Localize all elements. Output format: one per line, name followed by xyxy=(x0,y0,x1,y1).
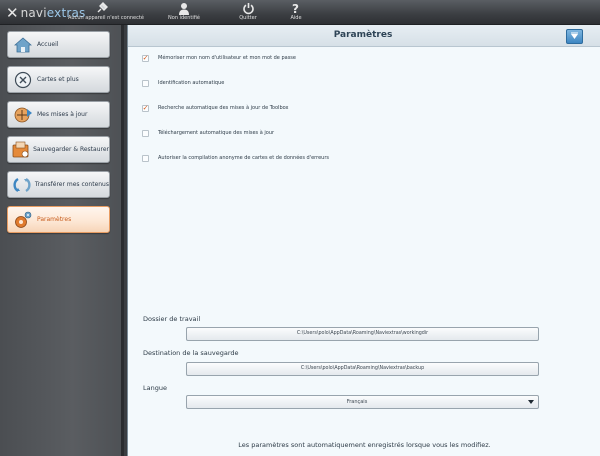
sidebar-item-label: Accueil xyxy=(37,41,59,48)
sidebar-item-label: Paramètres xyxy=(37,216,72,223)
chevron-down-icon xyxy=(528,400,534,404)
language-select[interactable]: Français xyxy=(186,395,539,409)
panel-help-button[interactable] xyxy=(566,29,583,44)
option-label: Téléchargement automatique des mises à j… xyxy=(158,130,275,136)
option-auto-download[interactable]: Téléchargement automatique des mises à j… xyxy=(142,128,274,138)
svg-text:?: ? xyxy=(292,2,299,15)
language-value: Français xyxy=(346,399,368,405)
panel-header: Paramètres xyxy=(128,25,600,47)
work-folder-label: Dossier de travail xyxy=(143,315,201,323)
device-plug-icon xyxy=(68,1,136,15)
backup-destination-button[interactable]: C:\Users\polo\AppData\Roaming\Naviextras… xyxy=(186,362,539,376)
checkbox-auto-download[interactable] xyxy=(142,129,149,137)
sidebar-item-settings[interactable]: Paramètres xyxy=(7,206,110,233)
sidebar-item-label: Transférer mes contenus xyxy=(34,181,109,188)
sidebar-item-label: Sauvegarder & Restaurer xyxy=(33,146,109,153)
option-auto-check-updates[interactable]: ✓ Recherche automatique des mises à jour… xyxy=(142,103,288,113)
option-anonymous-data[interactable]: Autoriser la compilation anonyme de cart… xyxy=(142,153,329,163)
help-label: Aide xyxy=(290,15,302,21)
updates-icon xyxy=(12,104,34,126)
option-auto-login[interactable]: Identification automatique xyxy=(142,78,224,88)
checkbox-remember-credentials[interactable]: ✓ xyxy=(142,54,149,62)
help-icon: ? xyxy=(284,1,308,15)
settings-panel: Paramètres ✓ Mémoriser mon nom d'utilisa… xyxy=(127,25,600,456)
work-folder-button[interactable]: C:\Users\polo\AppData\Roaming\Naviextras… xyxy=(186,327,539,341)
user-icon xyxy=(164,1,204,15)
user-status-button[interactable]: Non identifié xyxy=(164,1,204,24)
option-remember-credentials[interactable]: ✓ Mémoriser mon nom d'utilisateur et mon… xyxy=(142,53,296,63)
sidebar-item-transfer[interactable]: Transférer mes contenus xyxy=(7,171,110,198)
sidebar-item-label: Mes mises à jour xyxy=(37,111,88,118)
device-status-button[interactable]: Aucun appareil n'est connecté xyxy=(68,1,144,24)
home-icon xyxy=(12,34,34,56)
user-status-label: Non identifié xyxy=(168,15,200,21)
help-button[interactable]: ? Aide xyxy=(284,1,308,24)
backup-icon xyxy=(12,139,30,161)
page-title: Paramètres xyxy=(333,30,393,40)
option-label: Autoriser la compilation anonyme de cart… xyxy=(158,155,330,161)
sidebar-item-accueil[interactable]: Accueil xyxy=(7,31,110,58)
logo-text-a: navi xyxy=(20,6,47,20)
transfer-icon xyxy=(12,174,32,196)
checkbox-auto-login[interactable] xyxy=(142,79,149,87)
sidebar-item-backup[interactable]: Sauvegarder & Restaurer xyxy=(7,136,110,163)
option-label: Identification automatique xyxy=(158,80,225,86)
logo-mark: ✕ xyxy=(6,4,19,22)
help-arrow-icon xyxy=(571,32,578,39)
sidebar-item-updates[interactable]: Mes mises à jour xyxy=(7,101,110,128)
map-icon xyxy=(12,69,34,91)
sidebar: Accueil Cartes et plus Mes mises à jour … xyxy=(0,25,124,456)
sidebar-item-cartes[interactable]: Cartes et plus xyxy=(7,66,110,93)
option-label: Mémoriser mon nom d'utilisateur et mon m… xyxy=(158,55,296,61)
language-label: Langue xyxy=(143,384,167,392)
power-icon xyxy=(234,1,262,15)
checkbox-anonymous-data[interactable] xyxy=(142,154,149,162)
settings-icon xyxy=(12,209,34,231)
autosave-note: Les paramètres sont automatiquement enre… xyxy=(238,441,491,449)
quit-label: Quitter xyxy=(239,15,257,21)
device-status-label: Aucun appareil n'est connecté xyxy=(68,15,144,21)
top-bar: ✕ naviextras Aucun appareil n'est connec… xyxy=(0,0,600,25)
option-label: Recherche automatique des mises à jour d… xyxy=(158,105,289,111)
quit-button[interactable]: Quitter xyxy=(234,1,262,24)
sidebar-item-label: Cartes et plus xyxy=(37,76,79,83)
checkbox-auto-check-updates[interactable]: ✓ xyxy=(142,104,149,112)
backup-destination-label: Destination de la sauvegarde xyxy=(143,349,239,357)
